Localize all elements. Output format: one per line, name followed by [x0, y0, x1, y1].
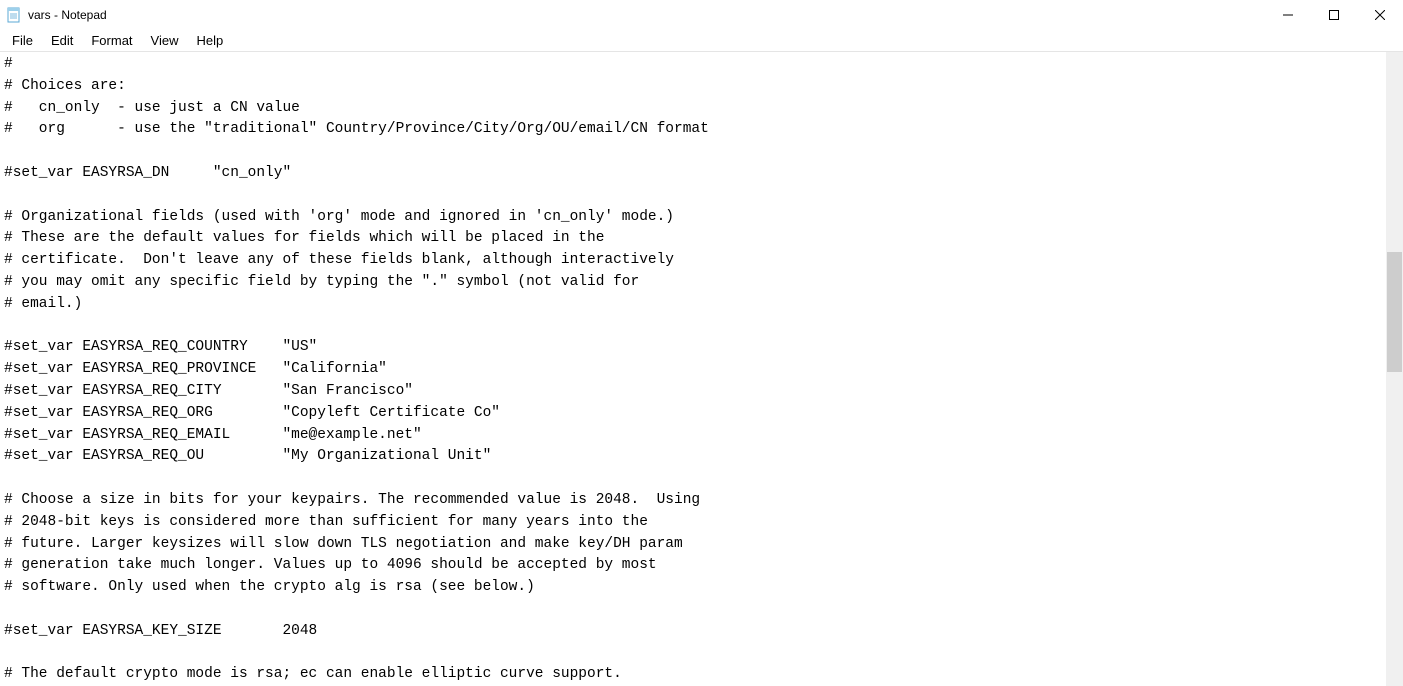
menu-edit[interactable]: Edit — [43, 31, 81, 50]
menubar: File Edit Format View Help — [0, 30, 1403, 52]
scrollbar-thumb[interactable] — [1387, 252, 1402, 372]
vertical-scrollbar[interactable] — [1386, 52, 1403, 686]
menu-view[interactable]: View — [143, 31, 187, 50]
editor-container: # # Choices are: # cn_only - use just a … — [0, 52, 1403, 686]
titlebar: vars - Notepad — [0, 0, 1403, 30]
text-editor[interactable]: # # Choices are: # cn_only - use just a … — [0, 52, 1386, 686]
window-title: vars - Notepad — [28, 8, 107, 22]
menu-help[interactable]: Help — [188, 31, 231, 50]
minimize-button[interactable] — [1265, 0, 1311, 30]
maximize-button[interactable] — [1311, 0, 1357, 30]
menu-file[interactable]: File — [4, 31, 41, 50]
notepad-icon — [6, 7, 22, 23]
window-controls — [1265, 0, 1403, 30]
titlebar-left: vars - Notepad — [6, 7, 107, 23]
close-button[interactable] — [1357, 0, 1403, 30]
menu-format[interactable]: Format — [83, 31, 140, 50]
